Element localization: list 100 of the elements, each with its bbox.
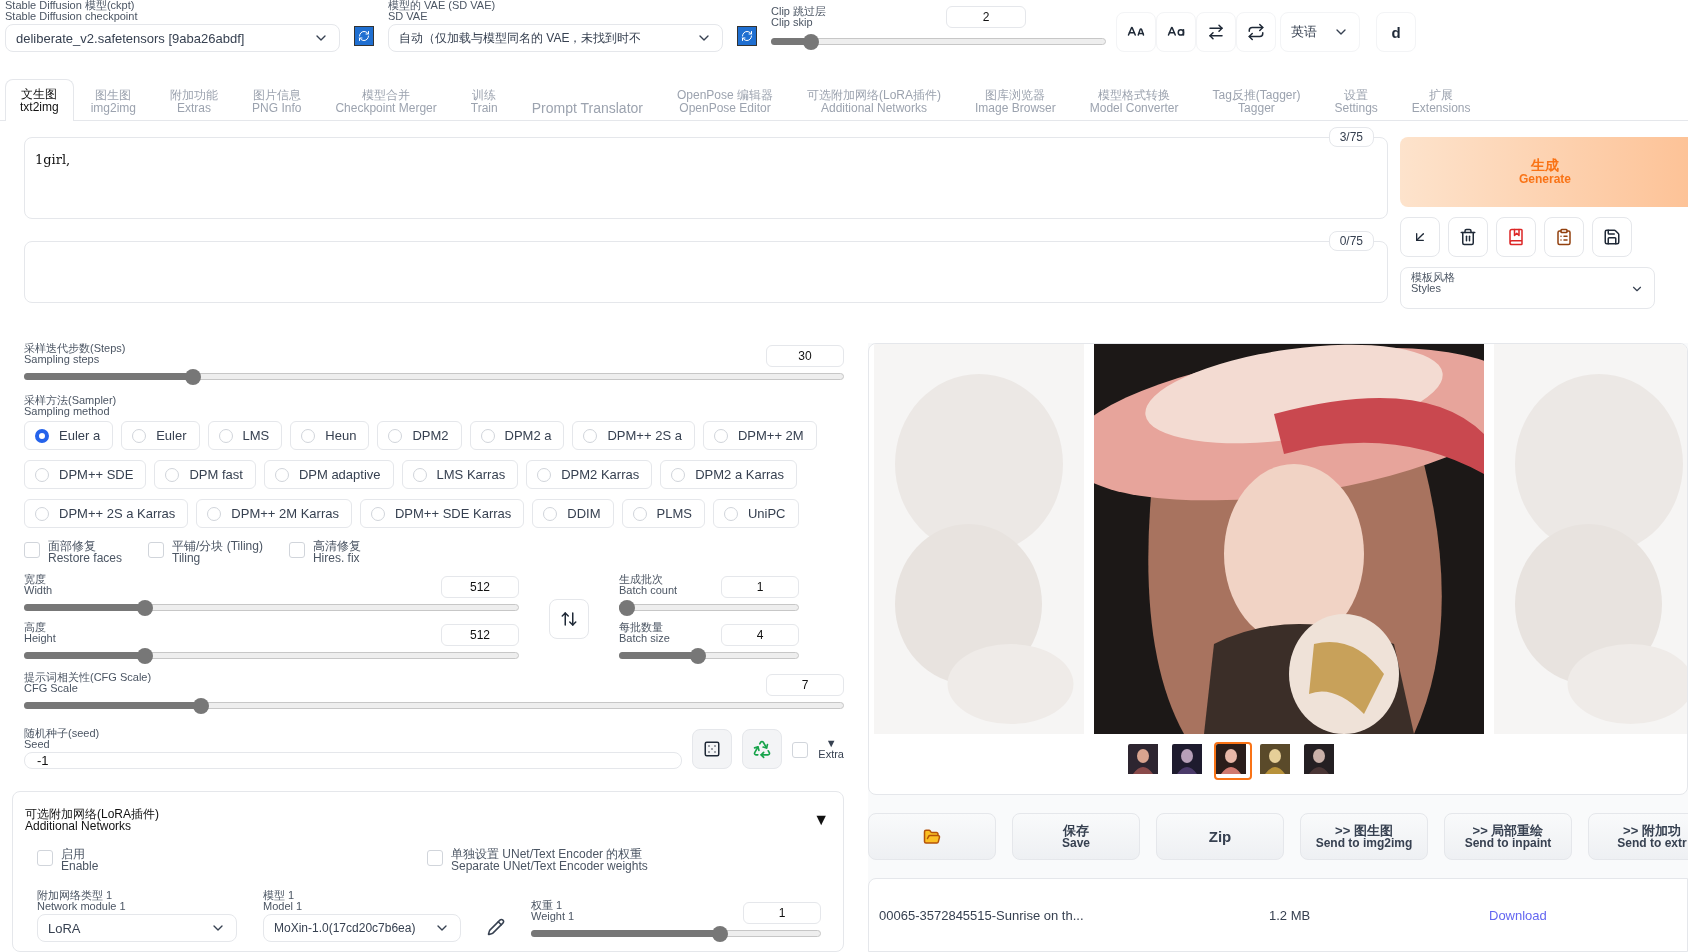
- tab[interactable]: 文生图 txt2img: [5, 79, 74, 121]
- number-field[interactable]: 1: [721, 576, 799, 598]
- slider-thumb[interactable]: [184, 369, 201, 385]
- font-size-button[interactable]: [1116, 12, 1156, 52]
- random-seed-button[interactable]: [692, 728, 733, 769]
- repeat-icon: [1247, 23, 1265, 41]
- checkpoint-dropdown[interactable]: deliberate_v2.safetensors [9aba26abdf]: [5, 24, 340, 52]
- swap-button[interactable]: [1196, 12, 1236, 52]
- slider-thumb[interactable]: [136, 648, 153, 664]
- checkbox[interactable]: [427, 850, 443, 866]
- field-label: 生成批次 Batch count: [619, 574, 678, 596]
- radio-button[interactable]: [35, 428, 49, 443]
- field-label: 随机种子(seed) Seed: [24, 728, 101, 750]
- slider[interactable]: [24, 698, 844, 714]
- vae-dropdown[interactable]: 自动（仅加载与模型同名的 VAE，未找到时不: [388, 24, 723, 52]
- sampler-option[interactable]: DPM adaptive: [263, 460, 394, 489]
- extra-networks-button[interactable]: [1496, 217, 1536, 257]
- edit-icon[interactable]: [487, 918, 505, 936]
- sampler-option[interactable]: PLMS: [621, 499, 705, 528]
- field-label: Clip 跳过层 Clip skip: [771, 6, 826, 28]
- file-size: 1.2 MB: [1269, 907, 1312, 923]
- clipboard-icon: [1555, 228, 1573, 246]
- slider[interactable]: [24, 648, 519, 664]
- sampler-option[interactable]: DPM2 a: [469, 421, 565, 450]
- file-name: 00065-3572845515-Sunrise on th...: [879, 907, 1085, 923]
- slider[interactable]: [771, 34, 1106, 50]
- slider[interactable]: [24, 600, 519, 616]
- sampler-option[interactable]: DDIM: [532, 499, 614, 528]
- checkbox[interactable]: [792, 741, 809, 758]
- field-label: 模型 1 Model 1: [263, 890, 304, 912]
- slider-thumb[interactable]: [711, 926, 728, 942]
- slider[interactable]: [24, 369, 844, 385]
- number-field[interactable]: 2: [946, 6, 1026, 28]
- seed-field[interactable]: -1: [24, 752, 683, 769]
- sampler-option[interactable]: DPM++ 2M Karras: [196, 499, 352, 528]
- checkbox[interactable]: [37, 850, 53, 866]
- sampler-option[interactable]: Euler a: [24, 421, 114, 450]
- sampler-option[interactable]: LMS Karras: [401, 460, 519, 489]
- number-field[interactable]: 30: [766, 345, 844, 367]
- number-field[interactable]: 4: [721, 624, 799, 646]
- sampler-option[interactable]: DPM2 a Karras: [660, 460, 798, 489]
- refresh-icon: [358, 30, 370, 42]
- number-field[interactable]: 1: [743, 902, 821, 924]
- slider-thumb[interactable]: [136, 600, 153, 616]
- save-style-button[interactable]: [1592, 217, 1632, 257]
- sampler-option[interactable]: DPM++ SDE Karras: [360, 499, 525, 528]
- repeat-button[interactable]: [1236, 12, 1276, 52]
- field-label: 高清修复 Hires. fix: [312, 540, 361, 564]
- sampler-option[interactable]: Heun: [290, 421, 370, 450]
- action-button[interactable]: >> 局部重绘 Send to inpaint: [1444, 813, 1572, 860]
- checkbox[interactable]: [148, 542, 165, 558]
- slider[interactable]: [619, 600, 799, 616]
- action-button[interactable]: >> 附加功 Send to extr: [1588, 813, 1688, 860]
- sampler-option[interactable]: DPM++ SDE: [24, 460, 147, 489]
- checkbox[interactable]: [288, 542, 305, 558]
- slider-thumb[interactable]: [689, 648, 706, 664]
- language-dropdown[interactable]: 英语: [1280, 12, 1360, 52]
- number-field[interactable]: 512: [441, 576, 519, 598]
- slider-thumb[interactable]: [192, 698, 209, 714]
- refresh-icon: [741, 30, 753, 42]
- slider-thumb[interactable]: [802, 34, 819, 50]
- sampler-option[interactable]: Euler: [121, 421, 200, 450]
- model-dropdown[interactable]: MoXin-1.0(17cd20c7b6ea): [263, 914, 461, 942]
- recycle-icon: [752, 738, 773, 759]
- thumbnail[interactable]: [1214, 742, 1252, 780]
- sampler-option[interactable]: DPM++ 2S a Karras: [24, 499, 189, 528]
- sampler-option[interactable]: DPM++ 2S a: [572, 421, 695, 450]
- sampler-option[interactable]: DPM fast: [154, 460, 256, 489]
- slider-thumb[interactable]: [619, 600, 635, 616]
- download-link[interactable]: Download: [1489, 907, 1547, 923]
- field-label: 单独设置 UNet/Text Encoder 的权重 Separate UNet/Text Encoder weights: [451, 848, 648, 872]
- reuse-seed-button[interactable]: [742, 728, 783, 769]
- case-button[interactable]: [1156, 12, 1196, 52]
- network-module-dropdown[interactable]: LoRA: [37, 914, 237, 942]
- extra-toggle[interactable]: ▼ Extra: [818, 737, 844, 760]
- action-button[interactable]: 保存 Save: [1012, 813, 1140, 860]
- checkbox[interactable]: [24, 542, 40, 558]
- collapse-toggle[interactable]: ▼: [813, 811, 829, 829]
- save-icon: [1603, 228, 1621, 246]
- number-field[interactable]: 7: [766, 674, 844, 696]
- user-button[interactable]: d: [1376, 12, 1416, 52]
- slider[interactable]: [619, 648, 799, 664]
- sampler-option[interactable]: DPM2 Karras: [526, 460, 653, 489]
- clear-button[interactable]: [1448, 217, 1488, 257]
- paste-button[interactable]: [1400, 217, 1440, 257]
- slider[interactable]: [531, 926, 821, 942]
- sampler-option[interactable]: LMS: [207, 421, 283, 450]
- panel-title: 可选附加网络(LoRA插件) Additional Networks: [25, 808, 159, 832]
- sampler-option[interactable]: UniPC: [712, 499, 799, 528]
- trash-icon: [1459, 228, 1477, 246]
- styles-dropdown[interactable]: 模板风格 Styles: [1400, 267, 1655, 309]
- sampler-option[interactable]: DPM2: [377, 421, 462, 450]
- action-button[interactable]: >> 图生图 Send to img2img: [1300, 813, 1428, 860]
- apply-style-button[interactable]: [1544, 217, 1584, 257]
- sampler-option[interactable]: DPM++ 2M: [702, 421, 817, 450]
- swap-dimensions-button[interactable]: [549, 599, 589, 639]
- action-button[interactable]: Zip: [1156, 813, 1284, 860]
- number-field[interactable]: 512: [441, 624, 519, 646]
- field-label: 模板风格 Styles: [1411, 272, 1455, 294]
- field-label: 附加网络类型 1 Network module 1: [37, 890, 127, 912]
